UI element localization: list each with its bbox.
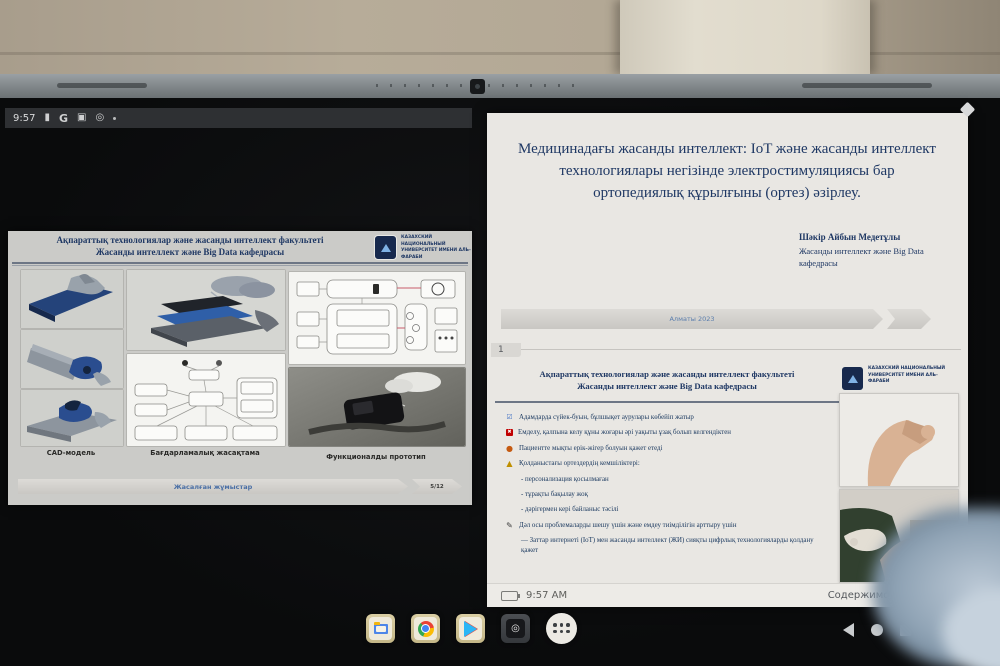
doc-title: Медицинадағы жасанды интеллект: IoT және… (517, 139, 937, 204)
chrome-icon[interactable] (411, 614, 440, 643)
screen-recorder-icon[interactable]: ◎ (501, 614, 530, 643)
author-dept-line1: Жасанды интеллект және Big Data (799, 246, 924, 256)
wall-column (620, 0, 870, 74)
bullet-item: ✎ Дәл осы проблемаларды шешу үшін және е… (505, 521, 829, 531)
software-flowchart (126, 353, 286, 447)
monitor-bezel (0, 74, 1000, 98)
bullet-item: ✖ Емделу, қалпына келу құны жоғары әрі у… (505, 428, 829, 437)
slide-divider-line (521, 349, 961, 350)
webcam (470, 79, 485, 94)
notification-dot (113, 117, 116, 120)
author-name: Шәкір Айбын Медетұлы (799, 232, 900, 242)
date-banner: Алматы 2023 (501, 309, 883, 329)
date-banner-label: Алматы 2023 (669, 315, 714, 323)
slide-header-line1: Ақпараттық технологиялар және жасанды ин… (14, 234, 366, 246)
author-dept-line2: кафедрасы (799, 258, 838, 268)
screenshot-icon: ▣ (77, 113, 86, 123)
slide2-header-line1: Ақпараттық технологиялар және жасанды ин… (497, 368, 837, 380)
exploded-cad-view (126, 269, 286, 351)
university-logo: КАЗАХСКИЙ НАЦИОНАЛЬНЫЙ УНИВЕРСИТЕТ ИМЕНИ… (374, 235, 472, 261)
slide-footer-banner: Жасалған жұмыстар (18, 479, 408, 494)
slide-page-indicator: 5/12 (430, 484, 444, 490)
slide-header-line2: Жасанды интеллект және Big Data кафедрас… (14, 246, 366, 258)
caption-cad: CAD-модель (20, 449, 122, 457)
google-icon: G (59, 113, 68, 124)
system-block-diagram (288, 271, 466, 365)
bullet-item: ▲ Қолданыстағы ортездердің кемшіліктері: (505, 459, 829, 469)
files-icon[interactable] (366, 614, 395, 643)
university-logo-text: КАЗАХСКИЙ НАЦИОНАЛЬНЫЙ УНИВЕРСИТЕТ ИМЕНИ… (868, 366, 945, 386)
bezel-vents (802, 83, 932, 88)
slide-page-banner: 5/12 (412, 479, 462, 494)
warning-icon: ▲ (505, 459, 514, 469)
header-rule (12, 262, 468, 264)
slide2-bullet-list: ☑ Адамдарда сүйек-буын, бұлшықет аурулар… (505, 413, 829, 561)
caption-prototype: Функционалды прототип (288, 453, 464, 461)
viewer-clock: 9:57 AM (526, 590, 567, 601)
caption-software: Бағдарламалық жасақтама (126, 449, 284, 457)
cad-render-1 (20, 269, 124, 329)
presentation-slide-image[interactable]: Ақпараттық технологиялар және жасанды ин… (8, 231, 472, 505)
android-status-bar[interactable]: 9:57 ▮ G ▣ ◎ (5, 108, 472, 128)
date-banner-tail (887, 309, 931, 329)
bezel-vents (57, 83, 147, 88)
slide-footer-label: Жасалған жұмыстар (174, 483, 253, 491)
university-logo: КАЗАХСКИЙ НАЦИОНАЛЬНЫЙ УНИВЕРСИТЕТ ИМЕНИ… (841, 366, 945, 391)
room-wall (0, 0, 1000, 80)
battery-icon (501, 591, 518, 601)
slide-number-tab: 1 (491, 343, 521, 357)
clock: 9:57 (13, 113, 35, 124)
doc-author-block: Шәкір Айбын Медетұлы Жасанды интеллект ж… (799, 231, 964, 270)
checkbox-icon: ☑ (505, 413, 514, 422)
slide2-header: Ақпараттық технологиялар және жасанды ин… (497, 368, 837, 393)
pen-icon: ✎ (505, 521, 514, 531)
bullet-subitem: - персонализация қосылмаған (521, 475, 829, 484)
bullet-subitem: — Заттар интернеті (IoT) мен жасанды инт… (521, 536, 829, 555)
globe-icon: ◎ (95, 113, 104, 123)
slide2-header-line2: Жасанды интеллект және Big Data кафедрас… (497, 380, 837, 392)
university-shield-icon (841, 366, 864, 391)
battery-icon: ▮ (44, 113, 50, 123)
header-rule-thin (12, 265, 468, 266)
orange-bomb-icon: ● (505, 444, 514, 454)
bullet-item: ● Пациентте мықты ерік-жігер болуын қаже… (505, 444, 829, 454)
red-cross-icon: ✖ (506, 429, 513, 436)
screen: 9:57 ▮ G ▣ ◎ Ақпараттық технологиялар жә… (0, 98, 1000, 666)
prototype-photo (288, 367, 466, 447)
play-store-icon[interactable] (456, 614, 485, 643)
wrist-exercise-photo-1 (839, 393, 959, 487)
university-logo-text: КАЗАХСКИЙ НАЦИОНАЛЬНЫЙ УНИВЕРСИТЕТ ИМЕНИ… (401, 235, 472, 261)
bullet-subitem: - дәрігермен кері байланыс тәсілі (521, 505, 829, 514)
photo-of-interactive-panel: 9:57 ▮ G ▣ ◎ Ақпараттық технологиялар жә… (0, 0, 1000, 666)
bullet-subitem: - тұрақты бақылау жоқ (521, 490, 829, 499)
app-dock: ◎ (366, 613, 577, 644)
university-shield-icon (374, 235, 397, 260)
bullet-item: ☑ Адамдарда сүйек-буын, бұлшықет аурулар… (505, 413, 829, 422)
app-drawer-icon[interactable] (546, 613, 577, 644)
slide-header: Ақпараттық технологиялар және жасанды ин… (14, 234, 366, 258)
cad-render-2 (20, 329, 124, 389)
cad-render-3 (20, 389, 124, 447)
blurred-person-hand (852, 478, 1000, 666)
